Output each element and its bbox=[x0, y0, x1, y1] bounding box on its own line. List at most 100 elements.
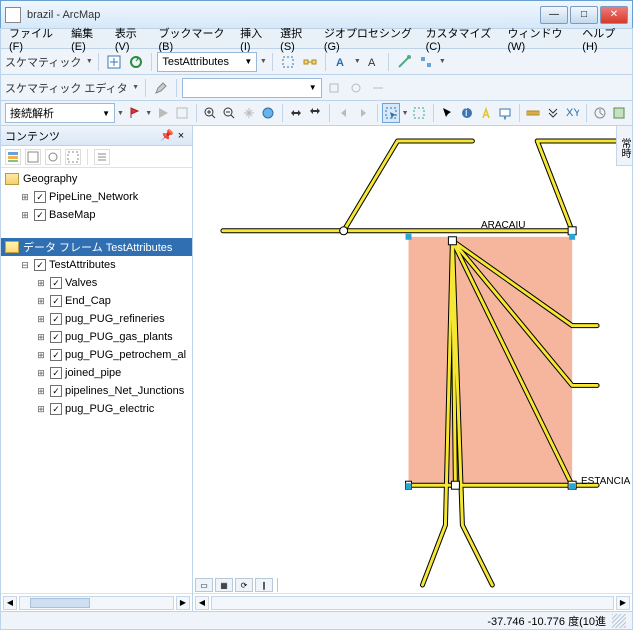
network-analyst-select[interactable]: 接続解析 ▼ bbox=[5, 103, 115, 123]
menu-bookmarks[interactable]: ブックマーク(B) bbox=[154, 23, 232, 55]
toc-list-visibility[interactable] bbox=[45, 149, 61, 165]
dropdown-icon[interactable]: ▼ bbox=[145, 110, 152, 117]
layer-end-cap[interactable]: ⊞✓End_Cap bbox=[1, 292, 192, 310]
full-extent-button[interactable] bbox=[259, 103, 276, 123]
menu-customize[interactable]: カスタマイズ(C) bbox=[422, 23, 500, 55]
scroll-track[interactable] bbox=[211, 596, 614, 610]
dropdown-icon[interactable]: ▼ bbox=[132, 84, 140, 91]
tool-a-button[interactable] bbox=[394, 52, 414, 72]
expand-icon[interactable]: ⊞ bbox=[35, 368, 47, 379]
update-diagram-button[interactable] bbox=[126, 52, 146, 72]
docked-panel-tab[interactable]: 常時 bbox=[616, 126, 632, 166]
layer-pug-petrochem[interactable]: ⊞✓pug_PUG_petrochem_al bbox=[1, 346, 192, 364]
html-popup-button[interactable] bbox=[497, 103, 514, 123]
layout-view-tab[interactable]: ▦ bbox=[215, 578, 233, 592]
scroll-right-icon[interactable]: ▶ bbox=[616, 596, 630, 610]
layer-checkbox[interactable]: ✓ bbox=[50, 331, 62, 343]
expand-icon[interactable]: ⊞ bbox=[35, 278, 47, 289]
solve-button[interactable] bbox=[154, 103, 171, 123]
refresh-button[interactable]: ⟳ bbox=[235, 578, 253, 592]
resize-grip-icon[interactable] bbox=[612, 614, 626, 628]
layer-checkbox[interactable]: ✓ bbox=[34, 259, 46, 271]
expand-icon[interactable]: ⊞ bbox=[19, 192, 31, 203]
layer-checkbox[interactable]: ✓ bbox=[34, 209, 46, 221]
expand-icon[interactable]: ⊞ bbox=[35, 386, 47, 397]
layers-button[interactable] bbox=[173, 103, 190, 123]
scroll-left-icon[interactable]: ◀ bbox=[195, 596, 209, 610]
dropdown-icon[interactable]: ▼ bbox=[259, 58, 267, 65]
back-button[interactable] bbox=[335, 103, 352, 123]
fixed-zoom-in-button[interactable] bbox=[288, 103, 305, 123]
schematic-layer-select[interactable]: TestAttributes ▼ bbox=[157, 52, 257, 72]
time-slider-button[interactable] bbox=[591, 103, 608, 123]
layer-pug-electric[interactable]: ⊞✓pug_PUG_electric bbox=[1, 400, 192, 418]
identify-button[interactable]: i bbox=[458, 103, 475, 123]
zoom-out-button[interactable] bbox=[221, 103, 238, 123]
expand-icon[interactable]: ⊞ bbox=[35, 314, 47, 325]
find-button[interactable] bbox=[544, 103, 561, 123]
map-hscrollbar[interactable]: ◀ ▶ bbox=[193, 593, 632, 611]
dropdown-icon[interactable]: ▼ bbox=[402, 110, 409, 117]
layer-checkbox[interactable]: ✓ bbox=[50, 385, 62, 397]
scroll-right-icon[interactable]: ▶ bbox=[176, 596, 190, 610]
toc-list-drawing-order[interactable] bbox=[5, 149, 21, 165]
menu-file[interactable]: ファイル(F) bbox=[5, 23, 63, 55]
scroll-track[interactable] bbox=[19, 596, 174, 610]
expand-icon[interactable]: ⊞ bbox=[35, 332, 47, 343]
toc-list-source[interactable] bbox=[25, 149, 41, 165]
layer-joined-pipe[interactable]: ⊞✓joined_pipe bbox=[1, 364, 192, 382]
layer-checkbox[interactable]: ✓ bbox=[50, 403, 62, 415]
menu-help[interactable]: ヘルプ(H) bbox=[578, 23, 628, 55]
menu-window[interactable]: ウィンドウ(W) bbox=[503, 23, 574, 55]
scroll-thumb[interactable] bbox=[30, 598, 90, 608]
pointer-button[interactable] bbox=[439, 103, 456, 123]
edit-tool-button[interactable] bbox=[151, 78, 171, 98]
layer-checkbox[interactable]: ✓ bbox=[34, 191, 46, 203]
tool-b-button[interactable] bbox=[416, 52, 436, 72]
text-button[interactable]: A bbox=[363, 52, 383, 72]
dropdown-icon[interactable]: ▼ bbox=[85, 58, 93, 65]
layer-pug-gas-plants[interactable]: ⊞✓pug_PUG_gas_plants bbox=[1, 328, 192, 346]
expand-icon[interactable]: ⊞ bbox=[35, 350, 47, 361]
viewer-window-button[interactable] bbox=[611, 103, 628, 123]
close-button[interactable]: ✕ bbox=[600, 6, 628, 24]
flag-tool-button[interactable] bbox=[126, 103, 143, 123]
measure-button[interactable] bbox=[525, 103, 542, 123]
toc-options[interactable] bbox=[94, 149, 110, 165]
editor-aux-1[interactable] bbox=[324, 78, 344, 98]
layer-checkbox[interactable]: ✓ bbox=[50, 295, 62, 307]
layout-button[interactable] bbox=[300, 52, 320, 72]
layer-pug-refineries[interactable]: ⊞✓pug_PUG_refineries bbox=[1, 310, 192, 328]
toc-pin-button[interactable]: 📌 bbox=[160, 129, 174, 142]
expand-icon[interactable]: ⊞ bbox=[19, 210, 31, 221]
pan-button[interactable] bbox=[240, 103, 257, 123]
toc-hscrollbar[interactable]: ◀ ▶ bbox=[1, 593, 192, 611]
layer-checkbox[interactable]: ✓ bbox=[50, 367, 62, 379]
menu-select[interactable]: 選択(S) bbox=[276, 23, 316, 55]
layer-pipeline-network[interactable]: ⊞ ✓ PipeLine_Network bbox=[1, 188, 192, 206]
editor-aux-2[interactable] bbox=[346, 78, 366, 98]
dataframe-geography[interactable]: Geography bbox=[1, 170, 192, 188]
menu-insert[interactable]: 挿入(I) bbox=[236, 23, 272, 55]
zoom-in-button[interactable] bbox=[202, 103, 219, 123]
layer-basemap[interactable]: ⊞ ✓ BaseMap bbox=[1, 206, 192, 224]
go-to-xy-button[interactable]: XY bbox=[563, 103, 580, 123]
layer-checkbox[interactable]: ✓ bbox=[50, 313, 62, 325]
select-features-button[interactable] bbox=[382, 103, 399, 123]
layer-checkbox[interactable]: ✓ bbox=[50, 349, 62, 361]
map-canvas[interactable]: ARACAIU ESTANCIA 常時 bbox=[193, 126, 632, 593]
editor-aux-3[interactable] bbox=[368, 78, 388, 98]
scroll-left-icon[interactable]: ◀ bbox=[3, 596, 17, 610]
forward-button[interactable] bbox=[354, 103, 371, 123]
dataframe-testattributes[interactable]: データ フレーム TestAttributes bbox=[1, 238, 192, 256]
layer-group-testattributes[interactable]: ⊟ ✓ TestAttributes bbox=[1, 256, 192, 274]
expand-icon[interactable]: ⊞ bbox=[35, 296, 47, 307]
propagate-select-button[interactable] bbox=[278, 52, 298, 72]
dropdown-icon[interactable]: ▼ bbox=[353, 58, 361, 65]
fixed-zoom-out-button[interactable] bbox=[307, 103, 324, 123]
generate-diagram-button[interactable] bbox=[104, 52, 124, 72]
dropdown-icon[interactable]: ▼ bbox=[117, 110, 124, 117]
layer-valves[interactable]: ⊞✓Valves bbox=[1, 274, 192, 292]
minimize-button[interactable]: — bbox=[540, 6, 568, 24]
expand-icon[interactable]: ⊞ bbox=[35, 404, 47, 415]
